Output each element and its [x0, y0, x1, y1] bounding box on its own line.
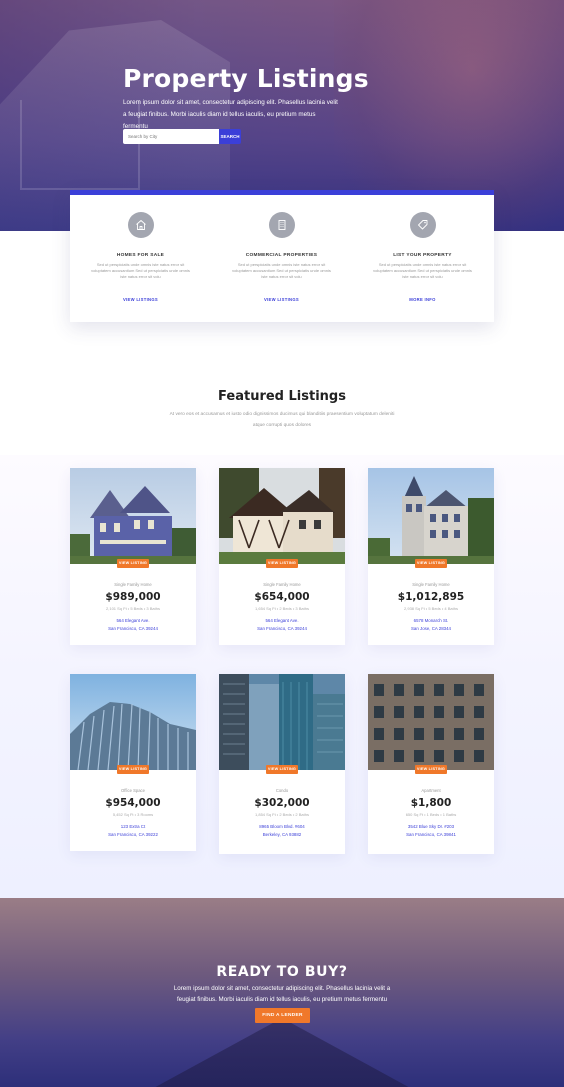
listing-photo: [368, 468, 494, 564]
property-price: $954,000: [105, 797, 161, 809]
hero-house-porch: [20, 100, 140, 190]
property-address[interactable]: 8965 Bloom Blvd. #604: [219, 824, 345, 829]
property-address[interactable]: 6578 Monarch St.: [368, 618, 494, 623]
property-type: Apartment: [421, 788, 441, 793]
listing-photo: [70, 674, 196, 770]
view-listing-button[interactable]: VIEW LISTING: [266, 559, 298, 568]
property-city[interactable]: San Jose, CA 28344: [368, 626, 494, 631]
services-card: HOMES FOR SALE Sed ut perspiciatis unde …: [70, 190, 494, 322]
service-desc: Sed ut perspiciatis unde omnis iste natu…: [91, 262, 190, 279]
find-lender-button[interactable]: FIND A LENDER: [255, 1008, 310, 1023]
view-listing-button[interactable]: VIEW LISTING: [415, 559, 447, 568]
featured-desc: At vero eos et accusamus et iusto odio d…: [169, 412, 395, 428]
featured-title: Featured Listings: [218, 389, 346, 404]
listing-card[interactable]: VIEW LISTING Office Space $954,000 5,452…: [70, 674, 196, 851]
cta-title: READY TO BUY?: [216, 964, 348, 980]
hero-subtitle: Lorem ipsum dolor sit amet, consectetur …: [123, 99, 338, 130]
building-icon: [269, 212, 295, 238]
property-price: $654,000: [254, 591, 310, 603]
listing-card[interactable]: VIEW LISTING Single Family Home $1,012,8…: [368, 468, 494, 645]
property-address[interactable]: 564 Elegant Ave.: [219, 618, 345, 623]
view-listings-link[interactable]: VIEW LISTINGS: [70, 297, 211, 302]
service-title: HOMES FOR SALE: [116, 253, 165, 258]
listing-photo: [219, 468, 345, 564]
cta-roof-image: [150, 1018, 414, 1087]
view-listing-button[interactable]: VIEW LISTING: [117, 559, 149, 568]
listing-card[interactable]: VIEW LISTING Condo $302,000 1,854 Sq Ft …: [219, 674, 345, 854]
property-city[interactable]: San Francisco, CA 39841: [368, 832, 494, 837]
service-title: LIST YOUR PROPERTY: [393, 253, 452, 258]
property-address[interactable]: 3542 Blue Sky Dr. #203: [368, 824, 494, 829]
property-specs: 2,101 Sq Ft • 5 Beds • 3 Baths: [106, 606, 160, 611]
view-listing-button[interactable]: VIEW LISTING: [266, 765, 298, 774]
cta-desc: Lorem ipsum dolor sit amet, consectetur …: [173, 985, 391, 1003]
property-city[interactable]: San Francisco, CA 39222: [70, 832, 196, 837]
property-specs: 5,452 Sq Ft • 3 Rooms: [112, 812, 154, 817]
property-type: Office Space: [121, 788, 145, 793]
property-city[interactable]: Berkeley, CA 93882: [219, 832, 345, 837]
property-address[interactable]: 123 Extra Ct: [70, 824, 196, 829]
property-price: $302,000: [254, 797, 310, 809]
page-title: Property Listings: [123, 64, 369, 93]
more-info-link[interactable]: MORE INFO: [352, 297, 493, 302]
service-homes-for-sale: HOMES FOR SALE Sed ut perspiciatis unde …: [70, 195, 211, 322]
property-city[interactable]: San Francisco, CA 39244: [70, 626, 196, 631]
property-specs: 1,854 Sq Ft • 2 Beds • 2 Baths: [255, 812, 309, 817]
home-icon: [128, 212, 154, 238]
property-price: $1,012,895: [397, 591, 465, 603]
service-commercial: COMMERCIAL PROPERTIES Sed ut perspiciati…: [211, 195, 352, 322]
property-price: $1,800: [410, 797, 452, 809]
property-type: Condo: [275, 788, 289, 793]
search-button[interactable]: SEARCH: [219, 129, 241, 144]
view-listing-button[interactable]: VIEW LISTING: [117, 765, 149, 774]
property-specs: 1,654 Sq Ft • 2 Beds • 3 Baths: [255, 606, 309, 611]
service-desc: Sed ut perspiciatis unde omnis iste natu…: [373, 262, 472, 279]
view-listing-button[interactable]: VIEW LISTING: [415, 765, 447, 774]
listing-photo: [219, 674, 345, 770]
property-type: Single Family Home: [412, 582, 450, 587]
search-input[interactable]: [123, 129, 219, 144]
property-type: Single Family Home: [263, 582, 301, 587]
listing-photo: [368, 674, 494, 770]
property-address[interactable]: 564 Elegant Ave.: [70, 618, 196, 623]
tag-icon: [410, 212, 436, 238]
property-city[interactable]: San Francisco, CA 39244: [219, 626, 345, 631]
view-listings-link[interactable]: VIEW LISTINGS: [211, 297, 352, 302]
listing-card[interactable]: VIEW LISTING Single Family Home $989,000…: [70, 468, 196, 645]
property-specs: 650 Sq Ft • 1 Beds • 1 Baths: [405, 812, 457, 817]
property-specs: 2,938 Sq Ft • 5 Beds • 4 Baths: [404, 606, 458, 611]
property-price: $989,000: [105, 591, 161, 603]
service-title: COMMERCIAL PROPERTIES: [245, 253, 318, 258]
listing-card[interactable]: VIEW LISTING Single Family Home $654,000…: [219, 468, 345, 645]
listing-card[interactable]: VIEW LISTING Apartment $1,800 650 Sq Ft …: [368, 674, 494, 854]
property-type: Single Family Home: [114, 582, 152, 587]
service-desc: Sed ut perspiciatis unde omnis iste natu…: [232, 262, 331, 279]
service-list-property: LIST YOUR PROPERTY Sed ut perspiciatis u…: [352, 195, 493, 322]
listing-photo: [70, 468, 196, 564]
